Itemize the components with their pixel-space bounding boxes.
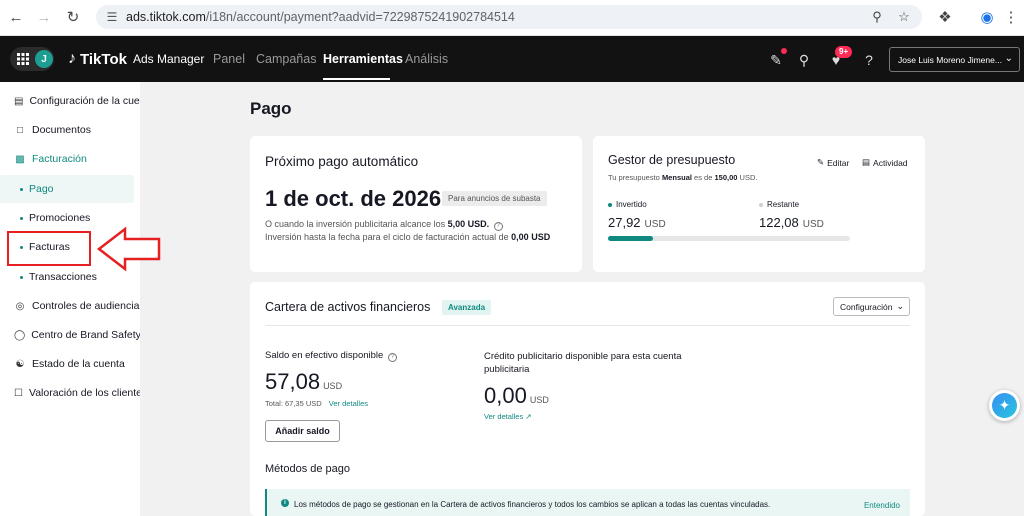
site-info-icon[interactable]: ☰	[104, 9, 120, 25]
profile-icon[interactable]: ◉	[976, 6, 998, 28]
bullet-dot	[20, 187, 23, 191]
sidebar-item-billing[interactable]: ▩ Facturación	[0, 145, 140, 173]
status-icon: ☯	[15, 358, 25, 370]
sidebar-item-documents[interactable]: □ Documentos	[0, 116, 140, 144]
nav-campanas[interactable]: Campañas	[256, 52, 316, 66]
budget-description: Tu presupuesto Mensual es de 150,00 USD.	[608, 173, 758, 182]
wallet-divider	[265, 325, 910, 326]
avatar[interactable]: J	[35, 50, 53, 68]
app-header: J ♪ TikTok Ads Manager Panel Campañas He…	[0, 36, 1024, 82]
sidebar-item-audience-controls[interactable]: ◎ Controles de audiencia	[0, 292, 140, 320]
reload-icon[interactable]: ↻	[62, 6, 84, 28]
page-title: Pago	[250, 99, 292, 118]
threshold-text: O cuando la inversión publicitaria alcan…	[265, 219, 503, 231]
payment-methods-info-banner: i Los métodos de pago se gestionan en la…	[265, 489, 910, 516]
search-icon[interactable]: ⚲	[795, 51, 813, 69]
back-icon[interactable]: ←	[5, 6, 27, 28]
address-bar[interactable]: ☰ ads.tiktok.com/i18n/account/payment?aa…	[96, 5, 922, 29]
shield-icon: ◯	[14, 329, 26, 341]
zoom-icon[interactable]: ⚲	[869, 9, 885, 25]
bookmark-star-icon[interactable]: ☆	[896, 9, 912, 25]
sparkle-icon: ✦	[992, 393, 1017, 418]
ad-credit-amount: 0,00 USD	[484, 383, 549, 408]
wallet-title: Cartera de activos financieros	[265, 300, 431, 314]
external-link-icon: ↗	[525, 412, 532, 421]
notification-badge: 9+	[835, 46, 853, 58]
legend-dot-invested	[608, 202, 612, 207]
chevron-down-icon: ⌄	[896, 301, 904, 311]
annotation-arrow-icon	[96, 226, 161, 272]
nav-panel[interactable]: Panel	[213, 52, 245, 66]
auction-ads-tag: Para anuncios de subasta	[442, 191, 547, 206]
cash-balance-label: Saldo en efectivo disponible ?	[265, 350, 397, 362]
id-card-icon: ▤	[14, 95, 24, 107]
feedback-icon: ☐	[14, 387, 23, 399]
activity-icon: ▤	[862, 157, 871, 167]
bullet-dot	[20, 275, 23, 279]
dismiss-info-link[interactable]: Entendido	[864, 501, 900, 510]
info-icon[interactable]: ?	[493, 222, 503, 231]
budget-progress-bar	[608, 236, 850, 241]
payment-methods-title: Métodos de pago	[265, 463, 351, 475]
document-icon: □	[16, 124, 24, 136]
credit-details-link[interactable]: Ver detalles ↗	[484, 412, 532, 421]
sidebar-item-account-status[interactable]: ☯ Estado de la cuenta	[0, 350, 140, 378]
legend-dot-remaining	[759, 202, 763, 207]
apps-grid-icon	[17, 53, 29, 65]
extensions-icon[interactable]: ❖	[934, 6, 956, 28]
advanced-tag: Avanzada	[442, 300, 492, 315]
billing-icon: ▩	[15, 153, 25, 165]
cash-balance-amount: 57,08 USD	[265, 369, 343, 394]
nav-herramientas[interactable]: Herramientas	[323, 52, 403, 66]
apps-switcher[interactable]: J	[10, 47, 54, 71]
add-balance-button[interactable]: Añadir saldo	[265, 420, 340, 442]
help-icon[interactable]: ?	[860, 51, 878, 69]
forward-icon[interactable]: →	[33, 6, 55, 28]
pencil-icon: ✎	[817, 157, 825, 167]
unread-dot	[781, 48, 787, 54]
sidebar-item-account-settings[interactable]: ▤Configuración de la cuenta	[0, 87, 140, 115]
edit-budget-link[interactable]: ✎ Editar	[817, 157, 849, 168]
remaining-label: Restante	[759, 200, 799, 209]
invested-amount: 27,92 USD	[608, 215, 666, 230]
info-icon[interactable]: ?	[387, 353, 397, 362]
account-selector[interactable]: Jose Luis Moreno Jimene... ⌄	[889, 47, 1020, 72]
ad-credit-label: Crédito publicitario disponible para est…	[484, 351, 682, 375]
budget-manager-title: Gestor de presupuesto	[608, 153, 736, 167]
invested-label: Invertido	[608, 200, 647, 209]
remaining-amount: 122,08 USD	[759, 215, 824, 230]
browser-menu-icon[interactable]: ⋮	[1000, 6, 1022, 28]
browser-toolbar: ← → ↻ ☰ ads.tiktok.com/i18n/account/paym…	[0, 0, 1024, 36]
configuration-dropdown[interactable]: Configuración ⌄	[833, 297, 910, 316]
active-nav-indicator	[323, 78, 390, 80]
tiktok-note-icon: ♪	[68, 50, 76, 67]
sidebar: ▤Configuración de la cuenta □Documentos …	[0, 82, 140, 498]
sidebar-item-customer-rating[interactable]: ☐ Valoración de los clientes	[0, 379, 140, 407]
nav-analisis[interactable]: Análisis	[405, 52, 448, 66]
sidebar-item-payment[interactable]: Pago	[0, 175, 134, 203]
assistant-button[interactable]: ✦	[989, 390, 1020, 421]
info-icon: i	[281, 499, 289, 507]
current-spend-text: Inversión hasta la fecha para el ciclo d…	[265, 232, 551, 242]
annotation-highlight-box	[7, 231, 91, 266]
cash-total-text: Total: 67,35 USD Ver detalles	[265, 399, 368, 408]
tiktok-logo[interactable]: ♪ TikTok Ads Manager	[68, 50, 204, 68]
audience-icon: ◎	[15, 300, 25, 312]
budget-progress-fill	[608, 236, 653, 241]
next-payment-title: Próximo pago automático	[265, 154, 419, 169]
sidebar-item-brand-safety[interactable]: ◯ Centro de Brand Safety	[0, 321, 140, 349]
url-text: ads.tiktok.com/i18n/account/payment?aadv…	[126, 10, 515, 24]
budget-activity-link[interactable]: ▤ Actividad	[862, 157, 908, 168]
next-payment-date: 1 de oct. de 2026	[265, 186, 442, 211]
cash-details-link[interactable]: Ver detalles	[329, 399, 368, 408]
chevron-down-icon: ⌄	[1004, 53, 1013, 64]
bullet-dot	[20, 216, 23, 220]
